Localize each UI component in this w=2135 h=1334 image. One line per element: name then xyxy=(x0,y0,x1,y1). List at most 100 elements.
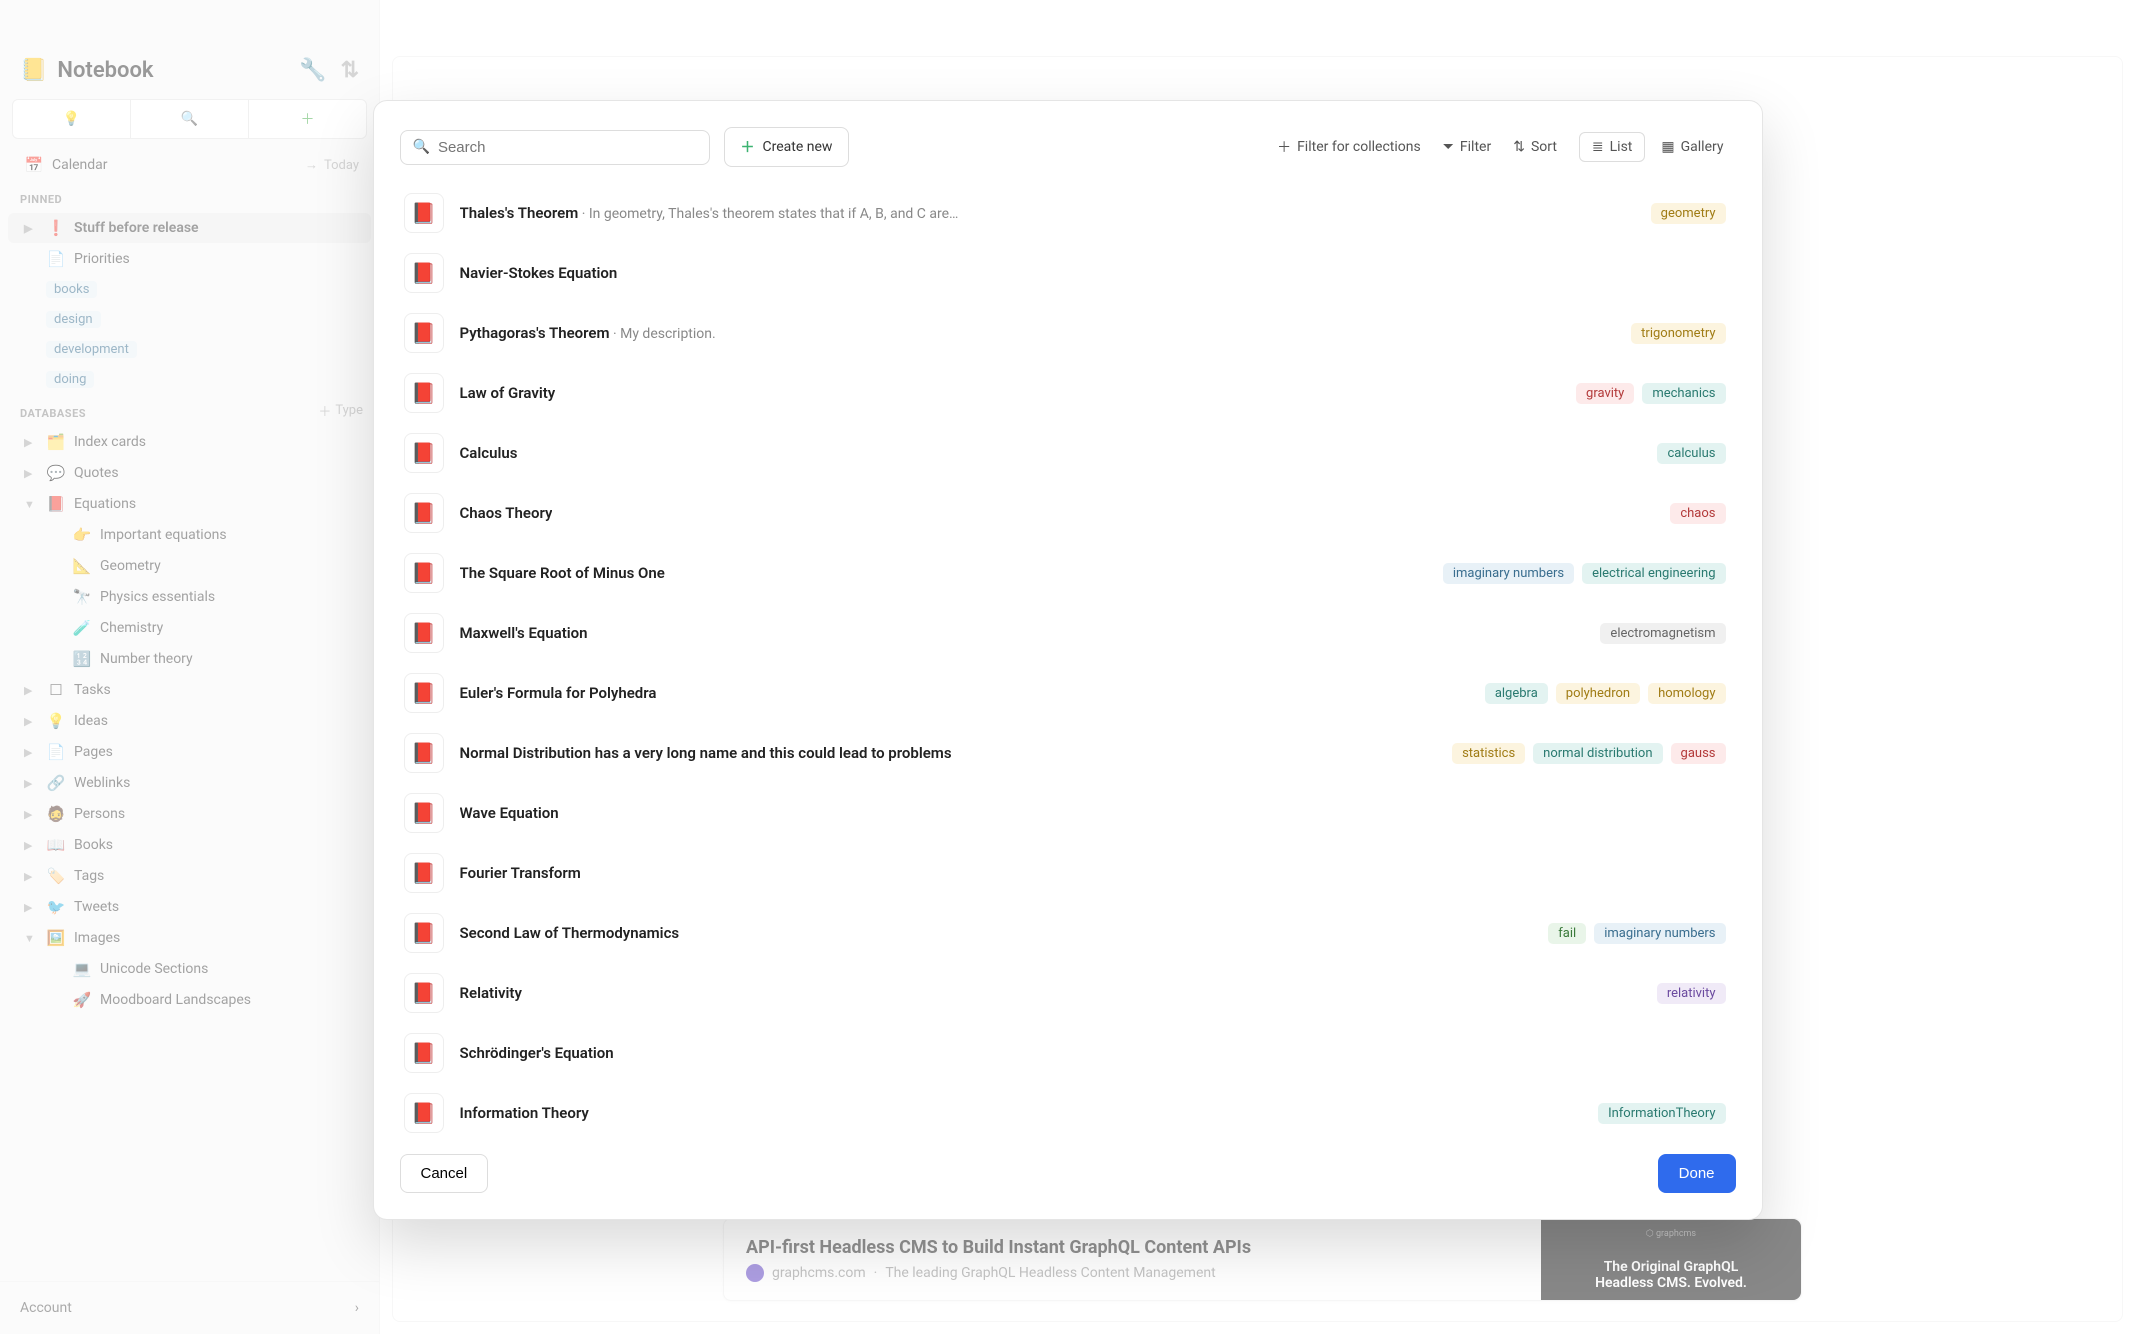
view-gallery-button[interactable]: ▦ Gallery xyxy=(1649,133,1735,161)
row-title: The Square Root of Minus One xyxy=(460,564,665,582)
book-icon: 📕 xyxy=(404,853,444,893)
plus-icon: ＋ xyxy=(741,137,755,157)
result-row[interactable]: 📕 Pythagoras's Theorem · My description. t… xyxy=(400,303,1730,363)
row-tags: InformationTheory xyxy=(1598,1103,1725,1124)
book-icon: 📕 xyxy=(404,1093,444,1133)
row-title: Law of Gravity xyxy=(460,384,556,402)
book-icon: 📕 xyxy=(404,1033,444,1073)
row-tags: geometry xyxy=(1651,203,1726,224)
create-label: Create new xyxy=(763,139,833,155)
book-icon: 📕 xyxy=(404,733,444,773)
filter-collections-button[interactable]: ＋ Filter for collections xyxy=(1277,137,1421,157)
result-row[interactable]: 📕 The Square Root of Minus One imaginary n… xyxy=(400,543,1730,603)
row-title: Information Theory xyxy=(460,1104,589,1122)
search-field[interactable]: 🔍 xyxy=(400,130,710,165)
search-icon: 🔍 xyxy=(413,139,430,155)
tag-badge: fail xyxy=(1548,923,1586,944)
picker-modal: 🔍 ＋ Create new ＋ Filter for collections … xyxy=(373,100,1763,1220)
row-tags: gravity mechanics xyxy=(1576,383,1725,404)
tag-badge: relativity xyxy=(1657,983,1726,1004)
row-title: Second Law of Thermodynamics xyxy=(460,924,680,942)
row-tags: statistics normal distribution gauss xyxy=(1452,743,1725,764)
filter-button[interactable]: ⏷ Filter xyxy=(1443,139,1492,155)
row-desc: · In geometry, Thales's theorem states t… xyxy=(578,206,958,222)
result-row[interactable]: 📕 Law of Gravity gravity mechanics xyxy=(400,363,1730,423)
book-icon: 📕 xyxy=(404,913,444,953)
plus-small-icon: ＋ xyxy=(1277,137,1291,157)
tag-badge: trigonometry xyxy=(1631,323,1725,344)
result-row[interactable]: 📕 Fourier Transform xyxy=(400,843,1730,903)
result-row[interactable]: 📕 Normal Distribution has a very long nam… xyxy=(400,723,1730,783)
modal-toolbar: 🔍 ＋ Create new ＋ Filter for collections … xyxy=(400,127,1736,167)
result-row[interactable]: 📕 Second Law of Thermodynamics fail imagina… xyxy=(400,903,1730,963)
sort-icon: ⇅ xyxy=(1513,139,1525,155)
row-tags: trigonometry xyxy=(1631,323,1725,344)
create-new-button[interactable]: ＋ Create new xyxy=(724,127,850,167)
book-icon: 📕 xyxy=(404,493,444,533)
result-row[interactable]: 📕 Relativity relativity xyxy=(400,963,1730,1023)
tag-badge: gauss xyxy=(1671,743,1726,764)
sort-button[interactable]: ⇅ Sort xyxy=(1513,139,1557,155)
view-list-button[interactable]: ≣ List xyxy=(1579,132,1645,162)
book-icon: 📕 xyxy=(404,673,444,713)
filter-icon: ⏷ xyxy=(1443,139,1454,155)
row-title: Schrödinger's Equation xyxy=(460,1044,614,1062)
row-title: Calculus xyxy=(460,444,518,462)
row-title: Navier-Stokes Equation xyxy=(460,264,618,282)
tag-badge: mechanics xyxy=(1642,383,1725,404)
row-tags: imaginary numbers electrical engineering xyxy=(1443,563,1726,584)
row-title: Euler's Formula for Polyhedra xyxy=(460,684,657,702)
row-title: Chaos Theory xyxy=(460,504,553,522)
result-row[interactable]: 📕 Information Theory InformationTheory xyxy=(400,1083,1730,1136)
book-icon: 📕 xyxy=(404,313,444,353)
tag-badge: calculus xyxy=(1657,443,1725,464)
row-tags: electromagnetism xyxy=(1600,623,1725,644)
tag-badge: geometry xyxy=(1651,203,1726,224)
tag-badge: electromagnetism xyxy=(1600,623,1725,644)
book-icon: 📕 xyxy=(404,253,444,293)
tag-badge: normal distribution xyxy=(1533,743,1662,764)
row-title: Relativity xyxy=(460,984,522,1002)
book-icon: 📕 xyxy=(404,433,444,473)
tag-badge: electrical engineering xyxy=(1582,563,1725,584)
row-title: Maxwell's Equation xyxy=(460,624,588,642)
result-row[interactable]: 📕 Wave Equation xyxy=(400,783,1730,843)
result-row[interactable]: 📕 Chaos Theory chaos xyxy=(400,483,1730,543)
row-tags: calculus xyxy=(1657,443,1725,464)
result-row[interactable]: 📕 Maxwell's Equation electromagnetism xyxy=(400,603,1730,663)
tag-badge: imaginary numbers xyxy=(1443,563,1574,584)
results-list[interactable]: 📕Thales's Theorem · In geometry, Thales'… xyxy=(400,183,1736,1136)
row-title: Normal Distribution has a very long name… xyxy=(460,744,952,762)
modal-footer: Cancel Done xyxy=(400,1154,1736,1193)
tag-badge: algebra xyxy=(1485,683,1548,704)
book-icon: 📕 xyxy=(404,373,444,413)
book-icon: 📕 xyxy=(404,973,444,1013)
tag-badge: polyhedron xyxy=(1556,683,1640,704)
tag-badge: imaginary numbers xyxy=(1594,923,1725,944)
view-toggle: ≣ List ▦ Gallery xyxy=(1579,132,1736,162)
book-icon: 📕 xyxy=(404,793,444,833)
row-title: Fourier Transform xyxy=(460,864,581,882)
modal-overlay: 🔍 ＋ Create new ＋ Filter for collections … xyxy=(0,0,2135,1334)
list-icon: ≣ xyxy=(1592,139,1604,155)
row-title: Wave Equation xyxy=(460,804,559,822)
row-title: Pythagoras's Theorem xyxy=(460,324,610,342)
search-input[interactable] xyxy=(438,139,697,156)
tag-badge: InformationTheory xyxy=(1598,1103,1725,1124)
book-icon: 📕 xyxy=(404,613,444,653)
tag-badge: statistics xyxy=(1452,743,1525,764)
row-desc: · My description. xyxy=(610,326,716,342)
done-button[interactable]: Done xyxy=(1658,1154,1736,1193)
book-icon: 📕 xyxy=(404,553,444,593)
result-row[interactable]: 📕Thales's Theorem · In geometry, Thales'… xyxy=(400,183,1730,243)
tag-badge: chaos xyxy=(1670,503,1725,524)
tag-badge: homology xyxy=(1648,683,1725,704)
result-row[interactable]: 📕 Schrödinger's Equation xyxy=(400,1023,1730,1083)
result-row[interactable]: 📕 Calculus calculus xyxy=(400,423,1730,483)
result-row[interactable]: 📕 Navier-Stokes Equation xyxy=(400,243,1730,303)
result-row[interactable]: 📕 Euler's Formula for Polyhedra algebra pol… xyxy=(400,663,1730,723)
row-tags: algebra polyhedron homology xyxy=(1485,683,1726,704)
tag-badge: gravity xyxy=(1576,383,1634,404)
cancel-button[interactable]: Cancel xyxy=(400,1154,489,1193)
book-icon: 📕 xyxy=(404,193,444,233)
